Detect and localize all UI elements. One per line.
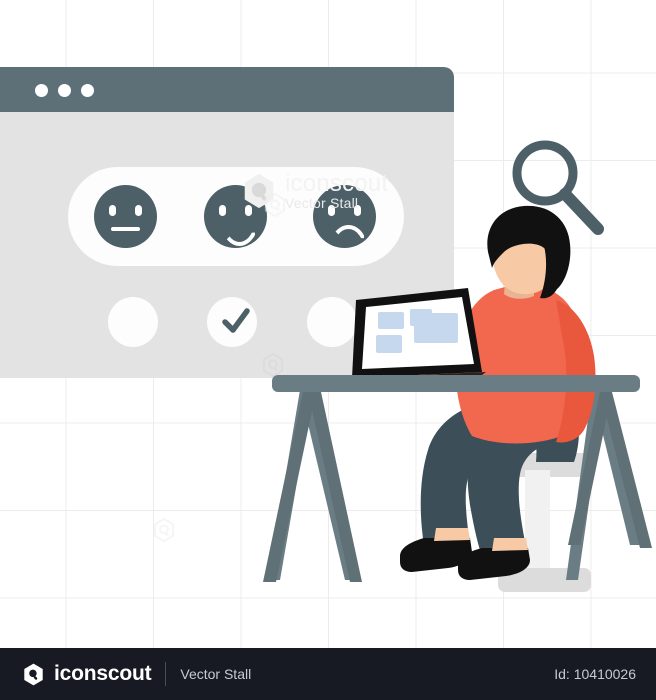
illustration-canvas: iconscout Vector Stall iconscout Vector …	[0, 0, 656, 700]
desk-top	[272, 375, 640, 392]
person-head	[487, 205, 571, 299]
footer-asset-id: Id: 10410026	[554, 666, 636, 682]
desk-and-person-scene	[263, 205, 652, 592]
footer-bar: iconscout Vector Stall Id: 10410026	[0, 648, 656, 700]
footer-divider	[165, 662, 167, 686]
laptop[interactable]	[344, 288, 486, 386]
footer-brand: iconscout	[54, 662, 152, 685]
footer-subtitle: Vector Stall	[180, 666, 252, 682]
iconscout-hexagon-icon	[24, 663, 43, 685]
